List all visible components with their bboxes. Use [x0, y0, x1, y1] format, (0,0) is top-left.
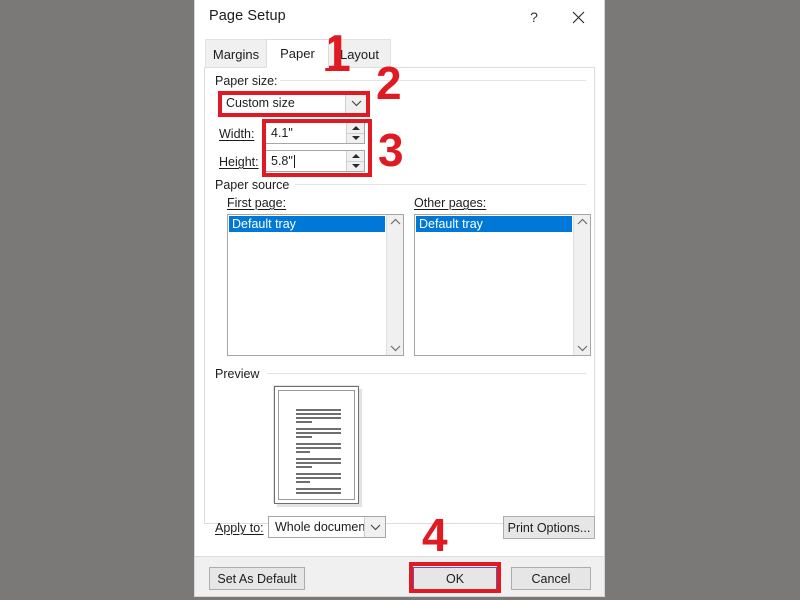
other-pages-label: Other pages:: [414, 196, 487, 210]
chevron-down-icon[interactable]: [390, 345, 401, 352]
chevron-down-glyph: [370, 524, 380, 530]
tab-paper[interactable]: Paper: [266, 39, 329, 68]
list-item[interactable]: Default tray: [416, 216, 572, 232]
help-icon[interactable]: ?: [512, 0, 556, 34]
chevron-down-glyph: [351, 100, 361, 106]
page-preview-frame: [278, 390, 355, 500]
other-pages-scrollbar[interactable]: [573, 215, 590, 355]
first-page-listbox[interactable]: Default tray: [227, 214, 404, 356]
apply-to-value: Whole document: [275, 520, 364, 534]
title-bar: Page Setup ?: [195, 0, 604, 34]
width-label: Width:: [219, 127, 255, 141]
apply-to-select[interactable]: Whole document: [268, 516, 386, 538]
first-page-label: First page:: [227, 196, 287, 210]
height-label: Height:: [219, 155, 259, 169]
apply-to-label: Apply to:: [215, 521, 264, 535]
tab-layout[interactable]: Layout: [328, 39, 391, 68]
preview-group-label: Preview: [215, 367, 266, 381]
paper-source-group-label: Paper source: [215, 178, 296, 192]
chevron-down-icon[interactable]: [345, 93, 366, 113]
width-value: 4.1": [271, 126, 293, 140]
cancel-button[interactable]: Cancel: [511, 567, 591, 590]
ok-button[interactable]: OK: [413, 567, 497, 590]
chevron-up-icon[interactable]: [577, 218, 588, 225]
paper-size-value: Custom size: [226, 96, 295, 110]
close-glyph: [572, 11, 584, 23]
paper-tab-panel: Paper size: Custom size Width: 4.1" Heig…: [204, 67, 595, 539]
other-pages-items[interactable]: Default tray: [415, 215, 573, 355]
height-stepper-buttons[interactable]: [346, 151, 364, 171]
preview-group-rule: [267, 373, 586, 374]
paper-size-group-rule: [280, 80, 586, 81]
height-stepper[interactable]: 5.8": [265, 150, 365, 172]
text-caret: [293, 154, 295, 168]
other-pages-listbox[interactable]: Default tray: [414, 214, 591, 356]
first-page-scrollbar[interactable]: [386, 215, 403, 355]
print-options-button[interactable]: Print Options...: [503, 516, 595, 539]
set-as-default-label: Set As Default: [217, 571, 297, 586]
width-input[interactable]: 4.1": [266, 123, 346, 143]
height-input[interactable]: 5.8": [266, 151, 346, 171]
chevron-down-icon[interactable]: [577, 345, 588, 352]
height-decrement-button[interactable]: [347, 160, 364, 171]
page-setup-dialog: Page Setup ? Margins Paper Layout Paper …: [195, 0, 604, 596]
tab-strip: Margins Paper Layout: [195, 34, 604, 68]
close-icon[interactable]: [556, 0, 600, 34]
dialog-footer: Set As Default OK Cancel: [195, 556, 604, 596]
width-decrement-button[interactable]: [347, 132, 364, 143]
width-stepper[interactable]: 4.1": [265, 122, 365, 144]
chevron-down-icon[interactable]: [364, 517, 385, 537]
chevron-up-icon[interactable]: [390, 218, 401, 225]
tab-margins[interactable]: Margins: [205, 39, 267, 68]
height-increment-button[interactable]: [347, 151, 364, 161]
paper-source-group-rule: [295, 184, 586, 185]
width-stepper-buttons[interactable]: [346, 123, 364, 143]
paper-size-select[interactable]: Custom size: [219, 92, 367, 114]
page-title: Page Setup: [209, 8, 286, 24]
first-page-items[interactable]: Default tray: [228, 215, 386, 355]
list-item[interactable]: Default tray: [229, 216, 385, 232]
width-increment-button[interactable]: [347, 123, 364, 133]
page-preview: [274, 386, 359, 504]
paper-size-group-label: Paper size:: [215, 74, 284, 88]
set-as-default-button[interactable]: Set As Default: [209, 567, 305, 590]
height-value: 5.8": [271, 154, 293, 168]
